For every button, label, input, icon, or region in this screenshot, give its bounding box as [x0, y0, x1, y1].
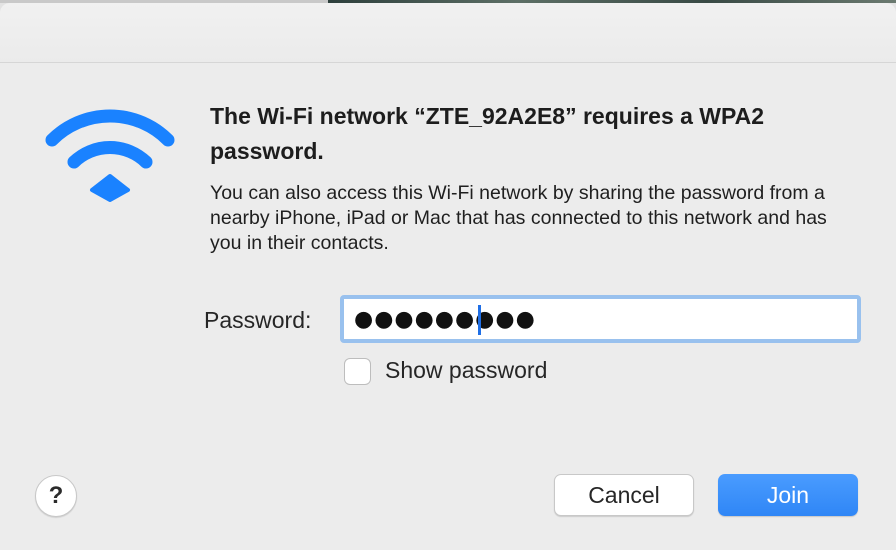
help-button[interactable]: ?	[35, 475, 77, 517]
wifi-password-dialog	[0, 3, 896, 550]
join-button[interactable]: Join	[718, 474, 858, 516]
cancel-button[interactable]: Cancel	[554, 474, 694, 516]
show-password-checkbox[interactable]	[344, 358, 371, 385]
dialog-description: You can also access this Wi-Fi network b…	[210, 182, 827, 254]
password-input[interactable]	[340, 295, 861, 343]
text-caret	[478, 305, 481, 335]
wifi-icon	[45, 109, 175, 202]
dialog-heading: The Wi-Fi network “ZTE_92A2E8” requires …	[210, 103, 765, 164]
show-password-label[interactable]: Show password	[385, 357, 547, 384]
password-label: Password:	[204, 307, 312, 333]
dialog-titlebar	[0, 3, 896, 63]
